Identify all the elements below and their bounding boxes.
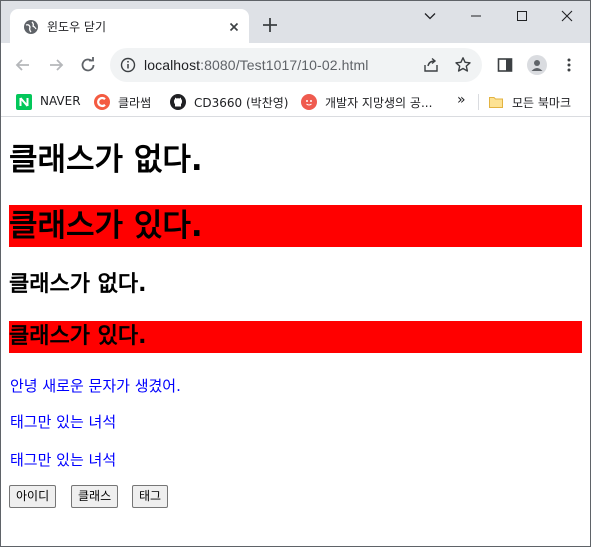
github-icon <box>170 94 186 110</box>
chevron-down-icon <box>424 13 436 20</box>
paragraph-tag-only: 태그만 있는 녀석 <box>10 451 117 469</box>
maximize-button[interactable] <box>499 1 545 31</box>
bookmarks-bar: NAVER 클라썸 CD3660 (박찬영) 개발자 지망생의 공... » 모… <box>1 87 590 117</box>
minimize-button[interactable] <box>453 1 499 31</box>
heading-with-class: 클래스가 있다. <box>9 205 582 247</box>
arrow-right-icon <box>50 59 64 71</box>
avatar-icon <box>527 55 547 75</box>
bookmark-label: CD3660 (박찬영) <box>194 96 289 110</box>
id-button[interactable]: 아이디 <box>9 485 57 508</box>
tag-button[interactable]: 태그 <box>132 485 169 508</box>
tab-strip: 윈도우 닫기 <box>1 1 590 43</box>
blog-icon <box>301 94 317 110</box>
close-tab-icon[interactable] <box>226 19 242 35</box>
share-icon[interactable] <box>423 57 439 73</box>
url-text[interactable]: localhost:8080/Test1017/10-02.html <box>144 57 368 73</box>
close-icon <box>561 10 573 22</box>
minimize-icon <box>471 15 481 17</box>
paragraph-new-text: 안녕 새로운 문자가 생겼어. <box>10 377 181 395</box>
bookmark-label: 모든 북마크 <box>512 96 572 110</box>
maximize-icon <box>517 11 527 21</box>
naver-icon <box>16 94 32 110</box>
info-icon[interactable] <box>120 57 136 73</box>
tab-title: 윈도우 닫기 <box>47 20 107 34</box>
browser-toolbar: localhost:8080/Test1017/10-02.html <box>1 43 590 87</box>
subheading-with-class: 클래스가 있다. <box>9 321 582 353</box>
active-tab[interactable]: 윈도우 닫기 <box>10 9 249 43</box>
heading-no-class: 클래스가 없다. <box>9 142 203 178</box>
reload-icon <box>81 57 95 72</box>
back-button[interactable] <box>9 51 37 79</box>
new-tab-icon[interactable] <box>261 16 279 34</box>
address-bar[interactable]: localhost:8080/Test1017/10-02.html <box>110 48 482 82</box>
bookmark-label: 클라썸 <box>118 96 152 110</box>
bookmarks-divider <box>478 94 479 110</box>
browser-window: 윈도우 닫기 localhost:8080/Test1017/10-02.htm… <box>0 0 591 547</box>
url-path: :8080/Test1017/10-02.html <box>200 57 369 73</box>
subheading-no-class: 클래스가 없다. <box>9 272 147 297</box>
url-host: localhost <box>144 57 201 73</box>
close-window-button[interactable] <box>544 1 590 31</box>
side-panel-button[interactable] <box>491 51 519 79</box>
overflow-label: » <box>457 92 466 108</box>
folder-icon <box>489 97 503 108</box>
globe-icon <box>24 20 38 34</box>
reload-button[interactable] <box>74 51 102 79</box>
class-button[interactable]: 클래스 <box>71 485 119 508</box>
bookmark-label: NAVER <box>40 94 81 108</box>
menu-button[interactable] <box>555 51 583 79</box>
bookmark-label: 개발자 지망생의 공... <box>325 96 433 110</box>
star-icon[interactable] <box>454 56 472 74</box>
classum-icon <box>94 94 110 110</box>
paragraph-tag-only: 태그만 있는 녀석 <box>10 413 117 431</box>
page-content: 클래스가 없다. 클래스가 있다. 클래스가 없다. 클래스가 있다. 안녕 새… <box>1 118 590 546</box>
profile-button[interactable] <box>523 51 551 79</box>
more-vert-icon <box>567 58 571 72</box>
forward-button[interactable] <box>42 51 70 79</box>
arrow-left-icon <box>15 59 29 71</box>
tab-search-button[interactable] <box>407 1 453 31</box>
side-panel-icon <box>497 58 513 72</box>
